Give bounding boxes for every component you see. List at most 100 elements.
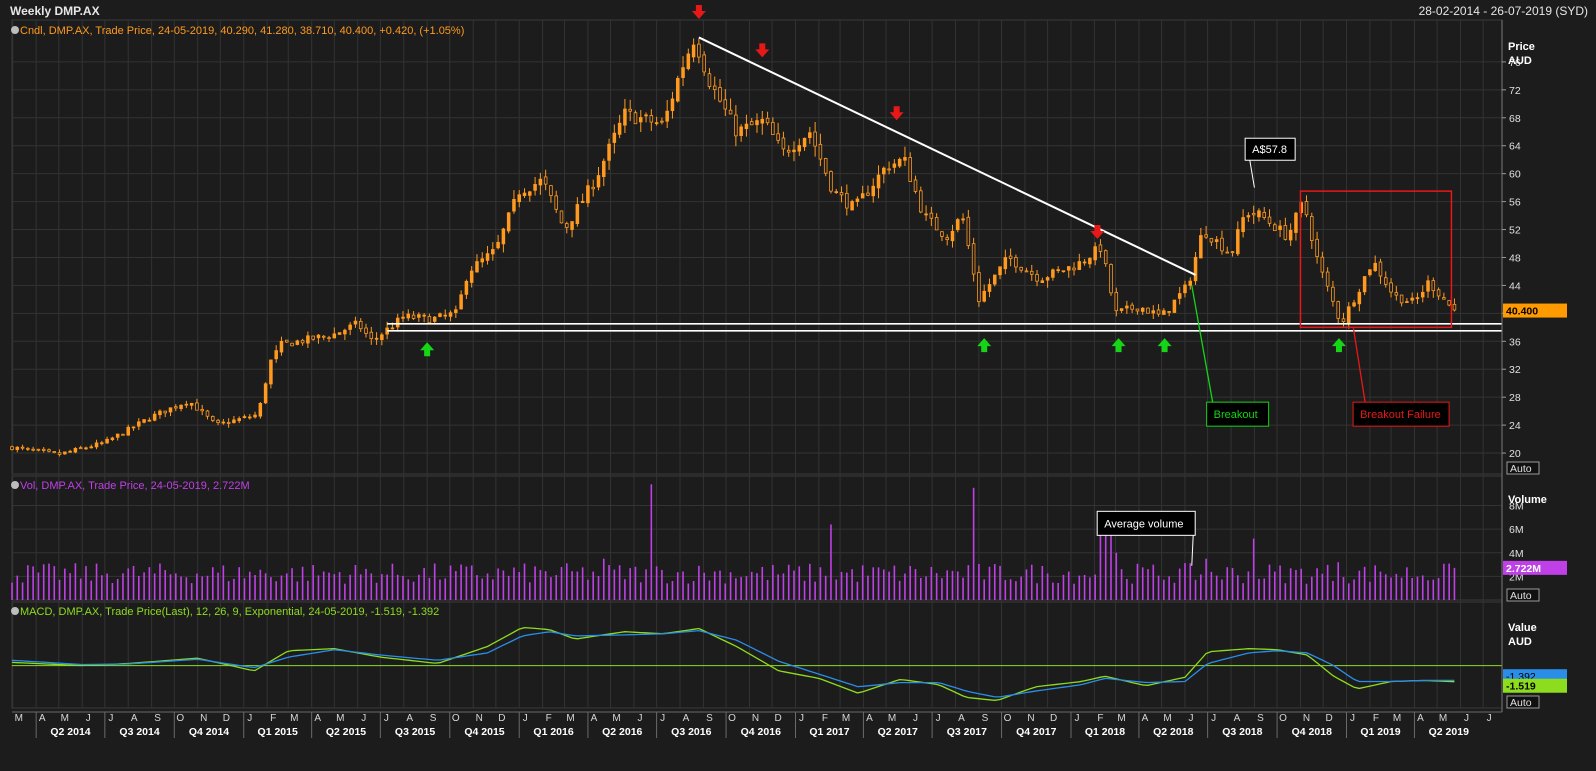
candle-body <box>1103 250 1108 265</box>
quarter-tick-label: Q4 2018 <box>1292 726 1332 738</box>
month-tick-label: D <box>774 713 781 724</box>
month-tick-label: S <box>430 713 437 724</box>
candle-body <box>702 54 706 73</box>
candle-body <box>152 413 157 421</box>
candle-body <box>913 179 918 192</box>
candle-body <box>491 249 495 255</box>
candle-body <box>760 118 765 124</box>
candle-body <box>1072 267 1076 271</box>
candle-body <box>121 433 125 436</box>
candle-body <box>417 314 421 318</box>
candle-body <box>1125 305 1129 309</box>
quarter-tick-label: Q4 2015 <box>464 726 504 738</box>
breakout-pointer <box>1191 285 1214 403</box>
candle-body <box>734 114 738 137</box>
candle-body <box>1373 262 1377 272</box>
candle-body <box>1119 308 1124 311</box>
candle-body <box>321 335 326 338</box>
candle-body <box>1431 280 1436 292</box>
macd-legend: MACD, DMP.AX, Trade Price(Last), 12, 26,… <box>20 606 439 618</box>
candle-body <box>10 446 14 451</box>
candle-body <box>723 99 728 110</box>
candle-body <box>1405 301 1409 303</box>
candle-body <box>269 359 273 385</box>
macd-series <box>11 626 1502 701</box>
month-tick-label: D <box>1325 713 1332 724</box>
candle-body <box>1241 217 1245 233</box>
candle-body <box>644 114 648 117</box>
candle-body <box>57 452 62 455</box>
candle-body <box>649 115 654 123</box>
candle-body <box>691 44 696 58</box>
candle-body <box>522 192 527 197</box>
candle-body <box>1378 261 1383 277</box>
macd-auto-label: Auto <box>1510 697 1532 709</box>
candle-body <box>850 201 854 211</box>
candle-body <box>961 218 965 221</box>
candle-body <box>823 158 828 174</box>
candle-body <box>189 402 194 406</box>
month-tick-label: D <box>1050 713 1057 724</box>
quarter-tick-label: Q2 2019 <box>1429 726 1469 738</box>
price-tick-label: 20 <box>1509 448 1521 460</box>
macd-axis-unit: AUD <box>1508 636 1532 648</box>
month-tick-label: A <box>591 713 598 724</box>
quarter-tick-label: Q2 2014 <box>50 726 90 738</box>
candle-body <box>876 174 881 189</box>
candle-body <box>26 447 30 450</box>
up-arrow-icon <box>1331 338 1346 353</box>
candle-body <box>168 407 173 413</box>
candlestick-series <box>10 38 1457 457</box>
candle-body <box>1151 310 1156 314</box>
candle-body <box>78 447 83 450</box>
candle-body <box>1251 213 1256 216</box>
candle-body <box>68 450 72 453</box>
price-callout-pointer <box>1248 156 1255 188</box>
candle-body <box>956 219 960 231</box>
candle-body <box>1383 277 1388 285</box>
candle-body <box>1246 215 1251 218</box>
candle-body <box>126 426 131 436</box>
candle-body <box>1442 297 1446 300</box>
candle-body <box>654 122 659 125</box>
month-tick-label: J <box>1350 713 1355 724</box>
candle-body <box>475 261 479 273</box>
candle-body <box>131 426 136 429</box>
candle-body <box>860 193 865 199</box>
month-tick-label: S <box>706 713 713 724</box>
candle-body <box>1452 303 1457 311</box>
candle-body <box>792 149 796 153</box>
candle-body <box>390 327 395 330</box>
price-callout-text: A$57.8 <box>1252 144 1287 156</box>
candle-body <box>358 321 363 330</box>
candle-body <box>1436 289 1441 297</box>
month-tick-label: J <box>86 713 91 724</box>
quarter-tick-label: Q2 2017 <box>878 726 918 738</box>
candle-body <box>1204 234 1208 238</box>
candle-body <box>771 121 775 135</box>
candle-body <box>284 339 289 343</box>
candle-body <box>538 178 543 186</box>
candle-body <box>443 314 448 317</box>
quarter-tick-label: Q3 2017 <box>947 726 987 738</box>
candle-body <box>1162 310 1166 315</box>
month-tick-label: M <box>842 713 850 724</box>
month-tick-label: D <box>223 713 230 724</box>
candle-body <box>110 437 115 440</box>
candle-body <box>115 433 120 438</box>
candle-body <box>406 313 411 319</box>
candle-body <box>786 149 791 153</box>
candle-body <box>179 404 183 410</box>
candle-body <box>258 402 263 417</box>
candle-body <box>1357 291 1362 305</box>
candle-body <box>506 212 511 232</box>
quarter-tick-label: Q2 2015 <box>326 726 366 738</box>
candle-body <box>1098 244 1103 252</box>
candle-body <box>221 421 226 424</box>
candle-body <box>1082 261 1087 264</box>
up-arrow-icon <box>420 342 435 357</box>
month-tick-label: J <box>637 713 642 724</box>
candle-body <box>728 109 733 115</box>
candle-body <box>332 333 337 339</box>
candle-body <box>919 190 923 213</box>
